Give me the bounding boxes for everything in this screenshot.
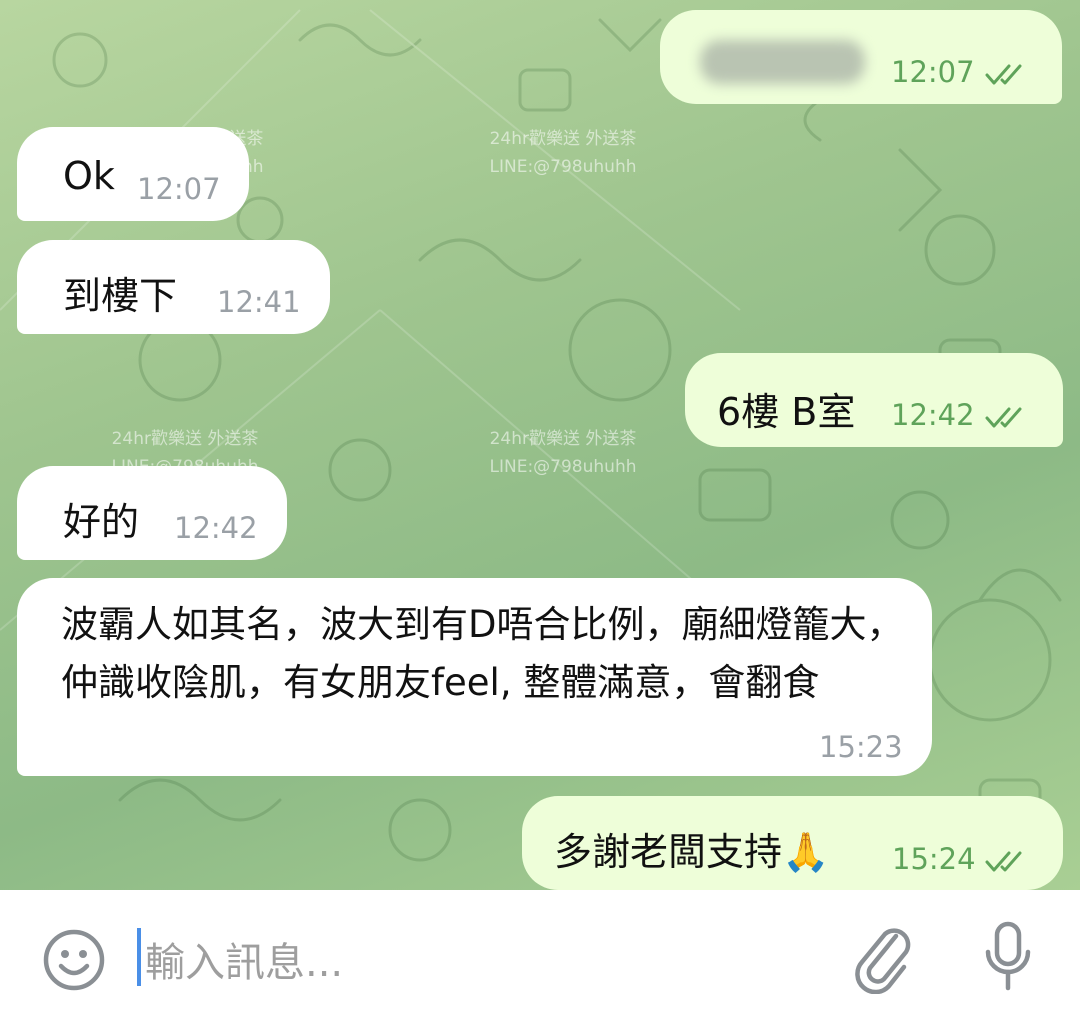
message-text: 6樓 B室: [717, 390, 856, 434]
message-time: 12:07: [137, 172, 221, 206]
message-composer: 輸入訊息...: [0, 890, 1080, 1031]
watermark-line-1: 24hr歡樂送 外送茶: [489, 129, 637, 149]
outgoing-message[interactable]: 多謝老闆支持🙏 15:24: [522, 796, 1063, 890]
outgoing-message[interactable]: 12:07: [660, 10, 1062, 104]
message-time: 12:42: [891, 398, 975, 432]
watermark-line-2: LINE:@798uhuhh: [489, 457, 637, 477]
double-check-icon: [985, 851, 1022, 872]
microphone-icon[interactable]: [980, 920, 1036, 994]
watermark-line-2: LINE:@798uhuhh: [489, 157, 637, 177]
watermark: 24hr歡樂送 外送茶 LINE:@798uhuhh: [453, 125, 673, 181]
message-text: 好的: [63, 500, 140, 544]
blurred-message-text: [700, 40, 865, 84]
message-time: 15:23: [819, 730, 903, 764]
message-input[interactable]: 輸入訊息...: [145, 930, 343, 988]
incoming-message[interactable]: 好的 12:42: [17, 466, 287, 560]
incoming-message[interactable]: 波霸人如其名，波大到有D唔合比例，廟細燈籠大，仲識收陰肌，有女朋友feel, 整…: [17, 578, 932, 776]
watermark-line-1: 24hr歡樂送 外送茶: [111, 429, 259, 449]
message-time: 12:42: [174, 511, 258, 545]
message-text: 多謝老闆支持🙏: [554, 830, 830, 874]
message-time: 12:07: [891, 55, 975, 89]
watermark-line-1: 24hr歡樂送 外送茶: [489, 429, 637, 449]
chat-background[interactable]: 24hr歡樂送 外送茶 LINE:@798uhuhh 24hr歡樂送 外送茶 L…: [0, 0, 1080, 890]
message-time: 15:24: [892, 842, 976, 876]
message-text: 到樓下: [63, 274, 178, 318]
double-check-icon: [985, 407, 1022, 428]
message-time: 12:41: [217, 285, 301, 319]
message-text: 波霸人如其名，波大到有D唔合比例，廟細燈籠大，仲識收陰肌，有女朋友feel, 整…: [61, 603, 904, 704]
emoji-icon[interactable]: [42, 928, 106, 992]
paperclip-icon[interactable]: [852, 922, 916, 994]
text-caret: [137, 928, 141, 986]
chat-screen: 24hr歡樂送 外送茶 LINE:@798uhuhh 24hr歡樂送 外送茶 L…: [0, 0, 1080, 1031]
outgoing-message[interactable]: 6樓 B室 12:42: [685, 353, 1063, 447]
incoming-message[interactable]: Ok 12:07: [17, 127, 249, 221]
watermark: 24hr歡樂送 外送茶 LINE:@798uhuhh: [453, 425, 673, 481]
double-check-icon: [985, 64, 1022, 85]
incoming-message[interactable]: 到樓下 12:41: [17, 240, 330, 334]
message-text: Ok: [63, 154, 115, 198]
